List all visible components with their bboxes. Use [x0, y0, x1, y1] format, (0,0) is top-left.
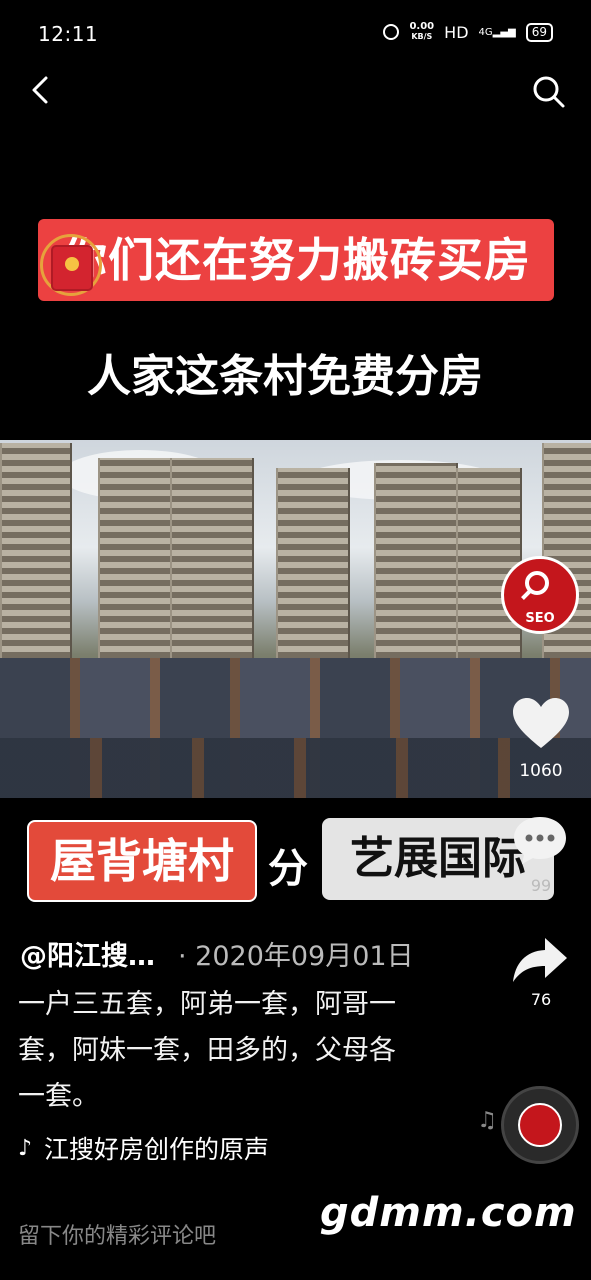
- floating-note-icon: ♫: [477, 1108, 497, 1133]
- post-date: · 2020年09月01日: [178, 941, 414, 972]
- music-note-icon: ♪: [18, 1135, 33, 1161]
- signal-icon: 4G▂▄▆: [478, 26, 516, 38]
- watermark: gdmm.com: [320, 1190, 577, 1236]
- back-arrow-icon[interactable]: [22, 70, 62, 110]
- video-banner-line2: 人家这条村免费分房: [87, 351, 483, 402]
- video-player[interactable]: [0, 440, 591, 798]
- apartment-tower: [0, 443, 72, 688]
- net-speed-value: 0.00: [409, 21, 435, 32]
- battery-icon: 69: [525, 22, 553, 42]
- apartment-tower: [276, 468, 350, 688]
- music-title: 江搜好房创作的原声: [44, 1135, 270, 1164]
- author-name[interactable]: @阳江搜…: [20, 934, 155, 973]
- seo-label: SEO: [525, 611, 555, 626]
- status-icons: 0.00 KB/S HD 4G▂▄▆ 69: [383, 22, 553, 42]
- apartment-tower: [170, 458, 254, 688]
- music-row[interactable]: ♪ 江搜好房创作的原声: [18, 1130, 318, 1166]
- music-disc-button[interactable]: [501, 1086, 579, 1164]
- comment-input[interactable]: 留下你的精彩评论吧: [18, 1218, 216, 1250]
- post-description: 一户三五套，阿弟一套，阿哥一套，阿妹一套，田多的，父母各一套。: [18, 989, 396, 1112]
- music-disc-avatar: [518, 1103, 562, 1147]
- top-nav: [0, 60, 591, 120]
- share-arrow-icon[interactable]: [511, 934, 569, 986]
- share-count: 76: [530, 990, 552, 1009]
- apartment-tower: [98, 458, 172, 688]
- status-time: 12:11: [38, 22, 99, 46]
- video-tag-left: 屋背塘村: [27, 820, 257, 902]
- comment-bubble-icon[interactable]: [511, 814, 569, 866]
- red-packet-icon: [51, 245, 93, 291]
- red-packet-button[interactable]: [40, 234, 102, 296]
- heart-icon[interactable]: [511, 696, 571, 750]
- hd-label: HD: [444, 22, 469, 42]
- like-count: 1060: [519, 761, 563, 781]
- net-speed: 0.00 KB/S: [409, 22, 434, 42]
- signal-label: 4G: [478, 26, 493, 38]
- search-icon[interactable]: [529, 72, 569, 112]
- apartment-tower: [374, 463, 458, 688]
- seo-avatar-button[interactable]: SEO: [501, 556, 579, 634]
- video-banner-line1: 你们还在努力搬砖买房: [38, 219, 554, 301]
- alarm-icon: [383, 24, 400, 40]
- net-speed-unit: KB/S: [411, 32, 433, 41]
- magnifier-handle: [521, 590, 531, 600]
- video-tag-middle: 分: [268, 846, 308, 892]
- comment-count: 99: [530, 876, 552, 895]
